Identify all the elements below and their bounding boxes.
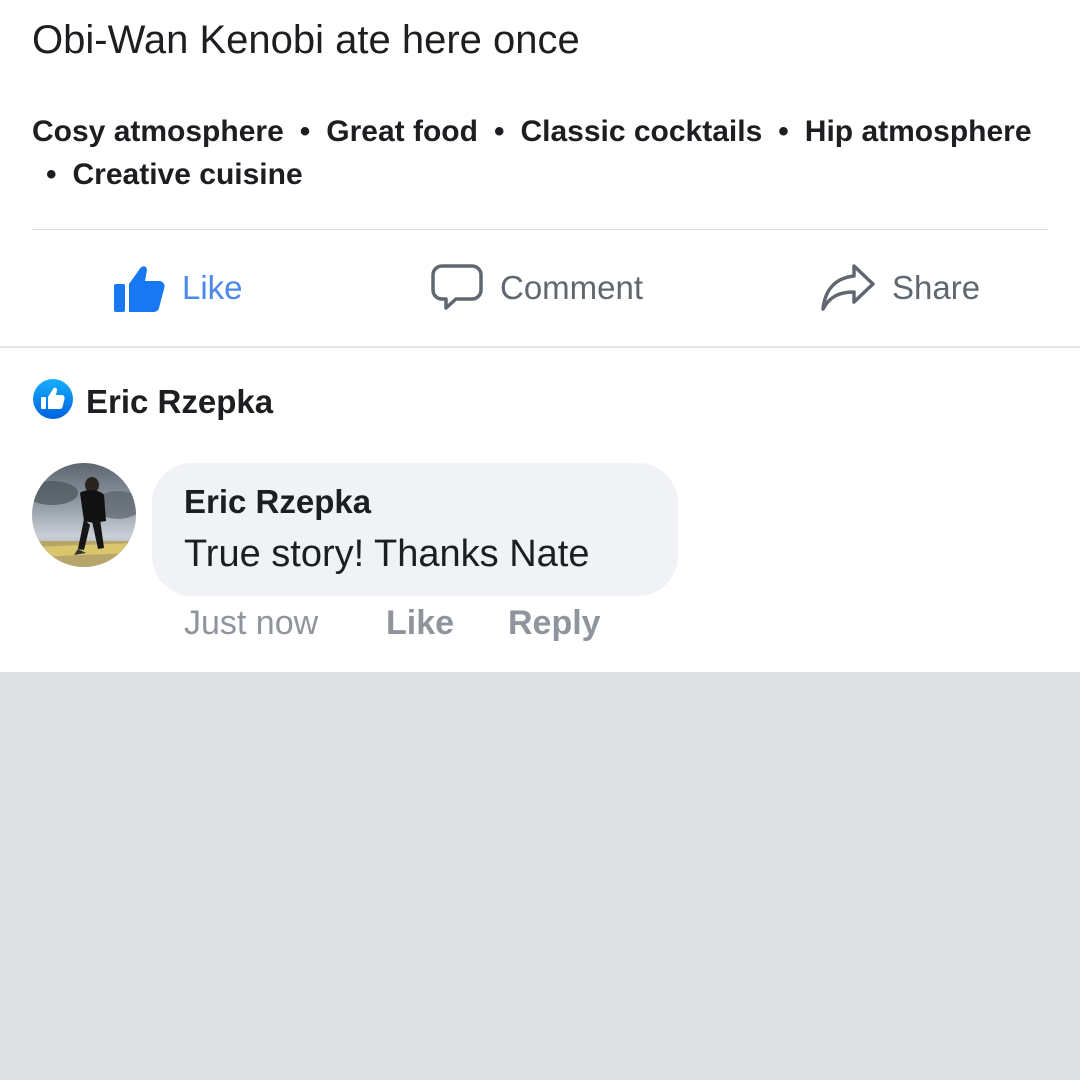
comment-reply-link[interactable]: Reply [508, 604, 601, 643]
tag-classic-cocktails: Classic cocktails [520, 115, 763, 148]
comment-like-link[interactable]: Like [386, 604, 454, 643]
speech-bubble-icon [430, 262, 484, 314]
tag-creative-cuisine: Creative cuisine [72, 158, 303, 191]
like-badge-icon [32, 378, 74, 425]
comment-label: Comment [500, 269, 644, 306]
post-actions-bar: Like Comment Share [0, 230, 1080, 346]
reaction-summary[interactable]: Eric Rzepka [32, 378, 273, 425]
tag-separator: • [299, 115, 311, 148]
comment-button[interactable]: Comment [430, 230, 643, 346]
tag-separator: • [493, 115, 505, 148]
comment-bubble[interactable]: Eric Rzepka True story! Thanks Nate [152, 463, 678, 596]
tag-separator: • [46, 158, 57, 191]
thumbs-up-icon [112, 262, 166, 314]
like-button[interactable]: Like [112, 230, 243, 346]
liker-name: Eric Rzepka [86, 382, 274, 420]
tag-cosy-atmosphere: Cosy atmosphere [32, 115, 284, 148]
comment-author[interactable]: Eric Rzepka [184, 483, 371, 521]
avatar[interactable] [32, 463, 136, 567]
post-text: Obi-Wan Kenobi ate here once [32, 18, 580, 62]
tag-separator: • [778, 115, 789, 148]
share-button[interactable]: Share [820, 230, 980, 346]
share-label: Share [892, 269, 981, 306]
comment-text: True story! Thanks Nate [184, 533, 590, 575]
tag-hip-atmosphere: Hip atmosphere [804, 115, 1032, 148]
post-tags: Cosy atmosphere • Great food • Classic cockt… [32, 110, 1042, 196]
comment-timestamp: Just now [184, 604, 319, 642]
like-label: Like [182, 269, 243, 306]
post-card: Obi-Wan Kenobi ate here once Cosy atmosp… [0, 0, 1080, 672]
tag-great-food: Great food [326, 115, 478, 148]
divider [0, 346, 1080, 348]
share-arrow-icon [820, 262, 876, 314]
